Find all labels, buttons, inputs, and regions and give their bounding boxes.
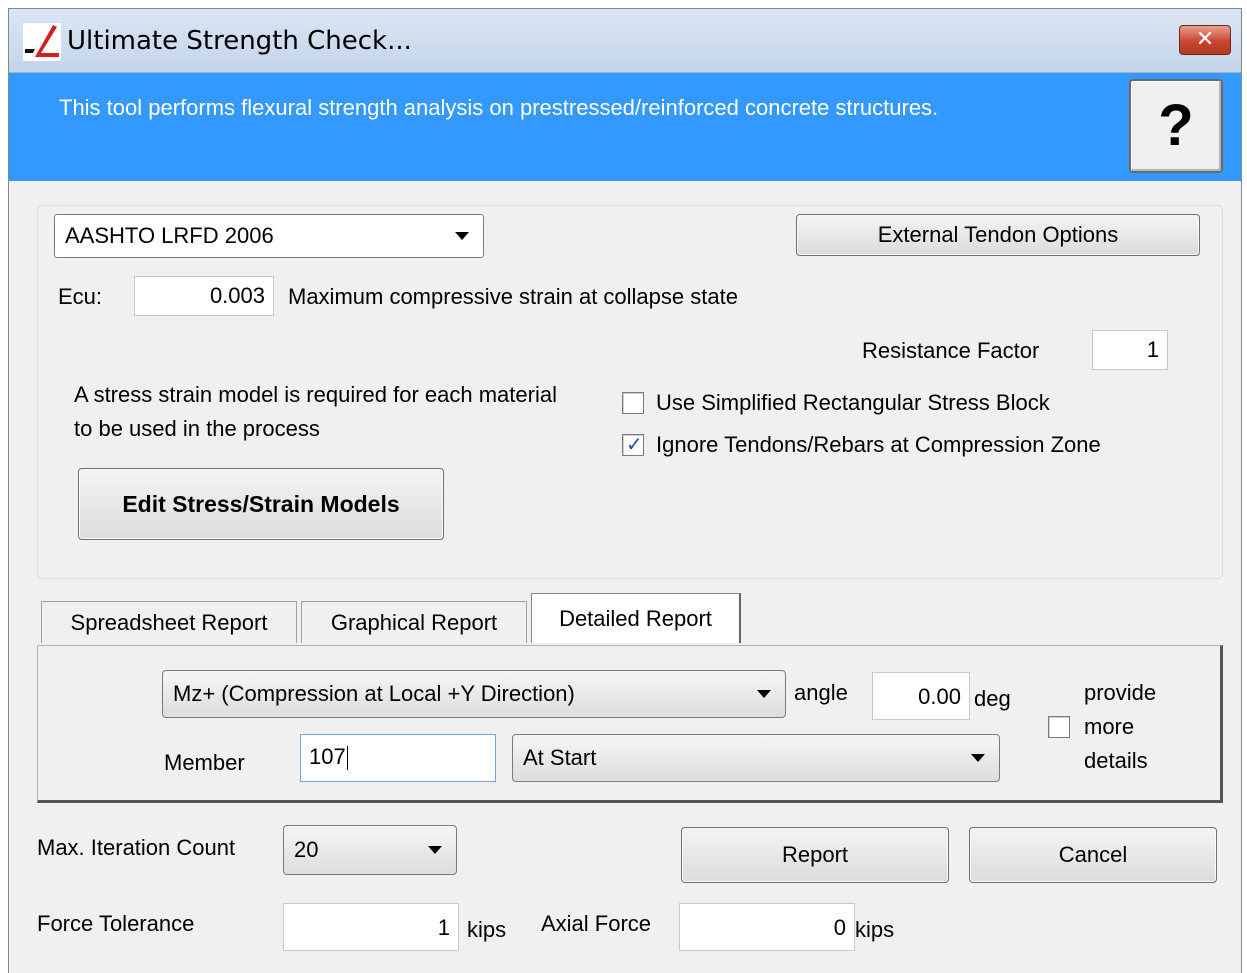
edit-stress-strain-models-button[interactable]: Edit Stress/Strain Models (78, 468, 444, 540)
help-button[interactable]: ? (1129, 79, 1223, 173)
axial-force-label: Axial Force (541, 911, 652, 936)
member-position-value: At Start (523, 745, 597, 770)
iteration-count-value: 20 (294, 837, 319, 862)
member-position-dropdown[interactable]: At Start (512, 734, 1000, 782)
force-tolerance-field[interactable]: 1 (283, 903, 459, 951)
ecu-description: Maximum compressive strain at collapse s… (288, 284, 738, 309)
more-details-checkbox[interactable] (1048, 716, 1070, 738)
close-button[interactable]: ✕ (1179, 25, 1231, 55)
chevron-down-icon (428, 846, 442, 854)
tab-spreadsheet-report[interactable]: Spreadsheet Report (41, 601, 297, 643)
ultimate-strength-dialog: Ultimate Strength Check... ✕ This tool p… (8, 8, 1242, 973)
force-tolerance-unit: kips (467, 917, 507, 942)
resistance-factor-label: Resistance Factor (862, 338, 1040, 363)
angle-unit: deg (974, 686, 1011, 711)
more-details-label-line1: provide (1084, 680, 1157, 705)
angle-field[interactable]: 0.00 (872, 672, 970, 720)
angle-label: angle (794, 680, 848, 705)
detailed-report-panel: Mz+ (Compression at Local +Y Direction) … (37, 645, 1223, 803)
ignore-tendons-label[interactable]: Ignore Tendons/Rebars at Compression Zon… (656, 432, 1101, 458)
member-value: 107 (309, 744, 346, 769)
resistance-factor-field[interactable]: 1 (1092, 330, 1168, 370)
window-title: Ultimate Strength Check... (67, 26, 412, 56)
title-bar: Ultimate Strength Check... ✕ (9, 9, 1241, 73)
design-code-dropdown[interactable]: AASHTO LRFD 2006 (54, 214, 484, 258)
chevron-down-icon (971, 754, 985, 762)
iteration-count-dropdown[interactable]: 20 (283, 825, 457, 875)
axial-force-unit: kips (855, 917, 895, 942)
ignore-tendons-checkbox[interactable]: ✓ (622, 432, 644, 456)
force-tolerance-label: Force Tolerance (37, 911, 195, 936)
tab-detailed-report[interactable]: Detailed Report (531, 593, 741, 643)
app-logo-icon (23, 23, 61, 61)
ecu-field[interactable]: 0.003 (134, 276, 274, 316)
member-input[interactable]: 107 (300, 734, 496, 782)
report-button[interactable]: Report (681, 827, 949, 883)
member-label: Member (164, 750, 245, 775)
description-banner: This tool performs flexural strength ana… (9, 73, 1241, 181)
moment-direction-value: Mz+ (Compression at Local +Y Direction) (173, 681, 575, 706)
chevron-down-icon (455, 232, 469, 240)
external-tendon-options-button[interactable]: External Tendon Options (796, 214, 1200, 256)
banner-description: This tool performs flexural strength ana… (59, 95, 939, 120)
text-caret (346, 746, 348, 771)
tab-graphical-report[interactable]: Graphical Report (301, 601, 527, 643)
simplified-block-label[interactable]: Use Simplified Rectangular Stress Block (656, 390, 1050, 416)
iteration-count-label: Max. Iteration Count (37, 835, 236, 860)
more-details-label-line3: details (1084, 748, 1148, 773)
ecu-label: Ecu: (58, 284, 103, 309)
more-details-label-line2: more (1084, 714, 1135, 739)
cancel-button[interactable]: Cancel (969, 827, 1217, 883)
design-code-value: AASHTO LRFD 2006 (65, 223, 274, 248)
simplified-block-checkbox[interactable] (622, 392, 644, 414)
moment-direction-dropdown[interactable]: Mz+ (Compression at Local +Y Direction) (162, 670, 786, 718)
check-icon: ✓ (626, 432, 643, 456)
axial-force-field[interactable]: 0 (679, 903, 855, 951)
stress-strain-note: A stress strain model is required for ea… (74, 382, 557, 441)
settings-group: AASHTO LRFD 2006 External Tendon Options… (37, 205, 1223, 579)
chevron-down-icon (757, 690, 771, 698)
